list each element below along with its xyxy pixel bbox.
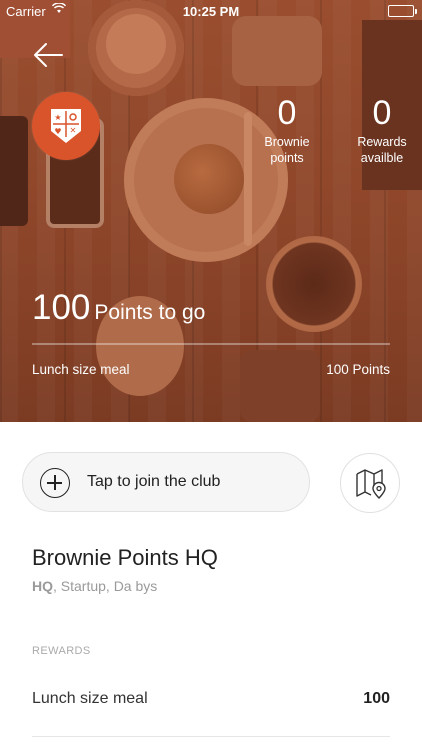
map-button[interactable] (340, 453, 400, 513)
rewards-available-value: 0 (372, 94, 392, 132)
rewards-available-label-line2: availble (360, 151, 404, 165)
back-button[interactable] (32, 40, 64, 70)
background-fork (244, 112, 252, 246)
join-club-label: Tap to join the club (87, 473, 221, 490)
club-badge: ★ ♥ ✕ (32, 92, 100, 160)
venue-name: Brownie Points HQ (32, 545, 218, 570)
plus-circle-icon (40, 468, 70, 498)
hero-header: Carrier 10:25 PM ★ ♥ ✕ 0 Brownie points … (0, 0, 422, 422)
reward-row[interactable]: Lunch size meal 100 (32, 690, 390, 712)
brownie-points-label-line2: points (270, 151, 304, 165)
clock-time: 10:25 PM (182, 4, 240, 19)
reward-points: 100 (363, 690, 390, 707)
rewards-available-label-line1: Rewards (357, 135, 407, 149)
background-bean-bowl (266, 236, 362, 332)
svg-text:♥: ♥ (54, 127, 61, 136)
rewards-available-stat: 0 Rewards availble (336, 94, 422, 166)
next-reward-points: 100 Points (326, 362, 390, 377)
venue-categories: HQ, Startup, Da bys (32, 578, 157, 594)
battery-icon (388, 5, 417, 17)
points-to-go-value: 100 (32, 288, 91, 327)
reward-name: Lunch size meal (32, 690, 148, 707)
map-pin-icon (356, 469, 386, 499)
background-coffee-cup-inner (106, 14, 166, 74)
reward-divider (32, 736, 390, 737)
join-club-button[interactable]: Tap to join the club (22, 452, 310, 512)
shield-crest-icon: ★ ♥ ✕ (51, 109, 81, 143)
background-phone-left (0, 116, 28, 226)
svg-text:★: ★ (54, 113, 61, 122)
brownie-points-stat: 0 Brownie points (256, 94, 318, 166)
rewards-section-heading: REWARDS (32, 645, 91, 657)
arrow-left-icon (34, 43, 63, 67)
status-bar: Carrier 10:25 PM (0, 0, 422, 22)
progress-bar (32, 343, 390, 345)
next-reward-name: Lunch size meal (32, 362, 130, 377)
venue-category-primary: HQ (32, 578, 53, 594)
background-grinder (232, 16, 322, 86)
points-to-go-label: Points to go (94, 301, 206, 324)
brownie-points-label-line1: Brownie (264, 135, 310, 149)
venue-category-rest: , Startup, Da bys (53, 578, 158, 594)
svg-text:✕: ✕ (70, 126, 77, 135)
points-to-go: 100 Points to go (32, 288, 205, 328)
background-muffin (174, 144, 244, 214)
background-grinder-bottom (240, 350, 320, 422)
brownie-points-value: 0 (277, 94, 297, 132)
